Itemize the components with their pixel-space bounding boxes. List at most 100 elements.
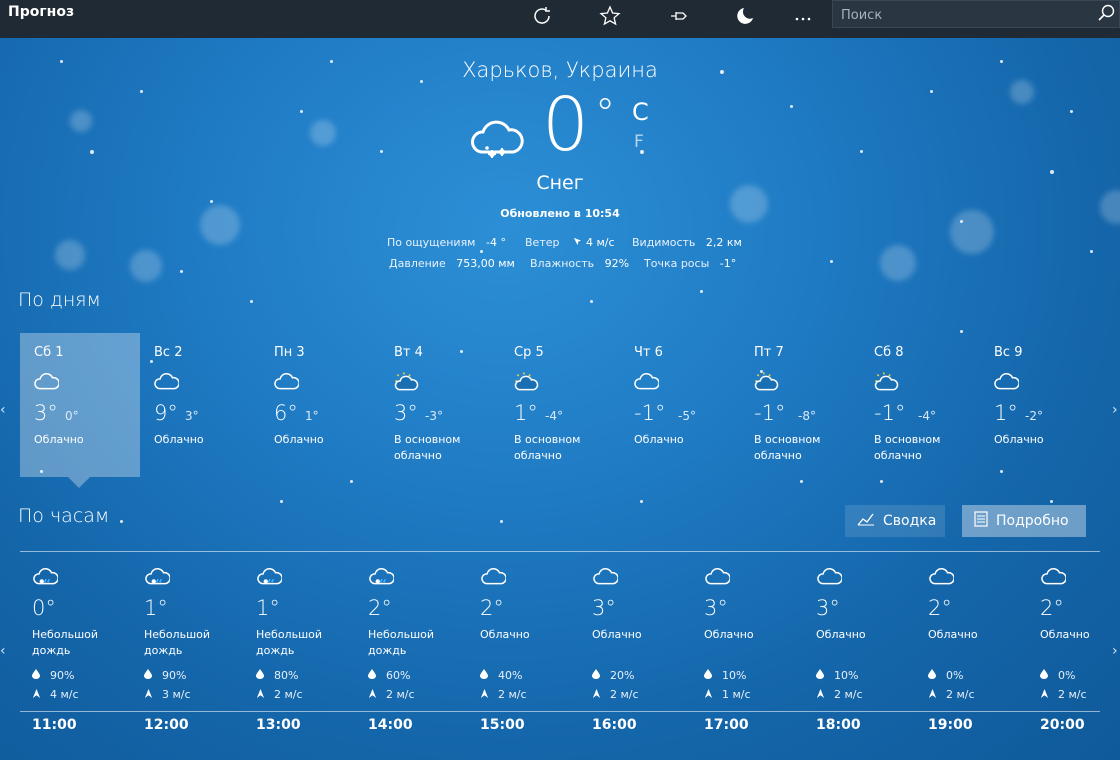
precip-value: 40%: [498, 669, 523, 682]
hour-column: 2° Облачно 40% 2 м/с 15:00: [480, 566, 592, 746]
current-temperature: 0 °: [542, 88, 615, 162]
day-condition: В основном облачно: [514, 433, 581, 462]
hour-temp: 2°: [928, 596, 952, 620]
hour-column: 2° Облачно 0% 2 м/с 20:00: [1040, 566, 1120, 746]
precip-value: 90%: [162, 669, 187, 682]
hour-temp: 3°: [816, 596, 840, 620]
summary-button[interactable]: Сводка: [845, 505, 945, 537]
wind-arrow-icon: [368, 688, 386, 701]
daily-next-arrow-icon[interactable]: ›: [1112, 402, 1118, 418]
chart-icon: [857, 512, 875, 530]
location-name: Харьков, Украина: [462, 58, 658, 82]
hourly-prev-arrow-icon[interactable]: ‹: [0, 643, 6, 659]
hour-wind: 4 м/с: [32, 688, 79, 701]
day-name: Ср 5: [514, 345, 544, 360]
day-low-temp: 0°: [65, 409, 79, 423]
day-low-temp: -4°: [545, 409, 563, 423]
search-box[interactable]: [832, 0, 1120, 28]
day-high-temp: 3°: [34, 401, 58, 425]
refresh-icon[interactable]: [529, 3, 555, 29]
snowflake-blur: [950, 210, 994, 254]
snowflake: [250, 300, 253, 303]
pressure-label: Давление: [389, 257, 446, 270]
day-card[interactable]: Вс 9 1° -2° Облачно: [980, 333, 1100, 477]
day-card[interactable]: Ср 5 1° -4° В основном облачно: [500, 333, 620, 477]
cloudy-icon: [993, 373, 1020, 395]
day-high-temp: 3°: [394, 401, 418, 425]
hour-column: 2° Небольшой дождь 60% 2 м/с 14:00: [368, 566, 480, 746]
daily-prev-arrow-icon[interactable]: ‹: [0, 402, 6, 418]
day-card[interactable]: Пн 3 6° 1° Облачно: [260, 333, 380, 477]
day-high-temp: -1°: [634, 401, 666, 425]
visibility: Видимость 2,2 км: [632, 236, 742, 249]
wind-speed-value: 2 м/с: [1058, 688, 1087, 701]
day-card[interactable]: Пт 7 -1° -8° В основном облачно: [740, 333, 860, 477]
cloudy-icon: [1040, 568, 1067, 590]
snowflake: [1000, 60, 1003, 63]
wind-speed-value: 2 м/с: [498, 688, 527, 701]
snowflake-blur: [55, 240, 85, 270]
rain-cloud-icon: [32, 568, 59, 590]
day-low-temp: 1°: [305, 409, 319, 423]
day-card[interactable]: Сб 1 3° 0° Облачно: [20, 333, 140, 477]
day-name: Вс 2: [154, 345, 183, 360]
snowflake: [930, 90, 933, 93]
snowflake: [640, 500, 643, 503]
day-card[interactable]: Вт 4 3° -3° В основном облачно: [380, 333, 500, 477]
wind-speed-value: 2 м/с: [834, 688, 863, 701]
more-icon[interactable]: [790, 3, 816, 29]
hour-condition: Облачно: [704, 628, 754, 641]
snowflake: [1050, 170, 1054, 174]
day-name: Пт 7: [754, 345, 784, 360]
dew-point: Точка росы -1°: [644, 257, 736, 270]
hourly-section-title: По часам: [18, 505, 110, 527]
hour-time: 13:00: [256, 717, 301, 733]
humidity: Влажность 92%: [530, 257, 629, 270]
wind-value: 4 м/с: [585, 236, 615, 249]
hour-temp: 3°: [704, 596, 728, 620]
hour-condition: Облачно: [592, 628, 642, 641]
cloudy-icon: [928, 568, 955, 590]
hour-time: 16:00: [592, 717, 637, 733]
snowflake: [860, 150, 863, 153]
day-high-temp: -1°: [754, 401, 786, 425]
snowflake: [1090, 250, 1093, 253]
day-low-temp: -4°: [918, 409, 936, 423]
wind-arrow-icon: [816, 688, 834, 701]
day-condition: Облачно: [994, 433, 1044, 446]
humidity-value: 92%: [604, 257, 630, 270]
pin-icon[interactable]: [666, 3, 692, 29]
hour-column: 2° Облачно 0% 2 м/с 19:00: [928, 566, 1040, 746]
precip-value: 10%: [722, 669, 747, 682]
snowflake: [300, 110, 303, 113]
search-input[interactable]: [839, 4, 1093, 26]
snowflake: [180, 270, 183, 273]
title-bar: Прогноз: [0, 0, 1120, 38]
cloudy-icon: [33, 373, 60, 395]
unit-celsius-toggle[interactable]: C: [632, 98, 649, 126]
hour-time: 12:00: [144, 717, 189, 733]
search-icon[interactable]: [1097, 3, 1117, 27]
rain-cloud-icon: [368, 568, 395, 590]
updated-time: Обновлено в 10:54: [500, 207, 620, 220]
snowflake-blur: [1100, 190, 1120, 224]
cloudy-icon: [592, 568, 619, 590]
hour-wind: 2 м/с: [816, 688, 863, 701]
snowflake: [210, 200, 213, 203]
cloudy-icon: [704, 568, 731, 590]
day-card[interactable]: Сб 8 -1° -4° В основном облачно: [860, 333, 980, 477]
day-card[interactable]: Чт 6 -1° -5° Облачно: [620, 333, 740, 477]
snowflake: [700, 290, 703, 293]
day-card[interactable]: Вс 2 9° 3° Облачно: [140, 333, 260, 477]
favorite-star-icon[interactable]: [597, 3, 623, 29]
unit-fahrenheit-toggle[interactable]: F: [634, 132, 644, 152]
wind-speed-value: 4 м/с: [50, 688, 79, 701]
hour-wind: 1 м/с: [704, 688, 751, 701]
partly-cloudy-icon: [753, 372, 779, 395]
snowflake: [350, 480, 353, 483]
detailed-button[interactable]: Подробно: [962, 505, 1086, 537]
moon-icon[interactable]: [733, 3, 759, 29]
feels-like: По ощущениям -4 °: [387, 236, 506, 249]
hour-temp: 2°: [1040, 596, 1064, 620]
hour-time: 15:00: [480, 717, 525, 733]
